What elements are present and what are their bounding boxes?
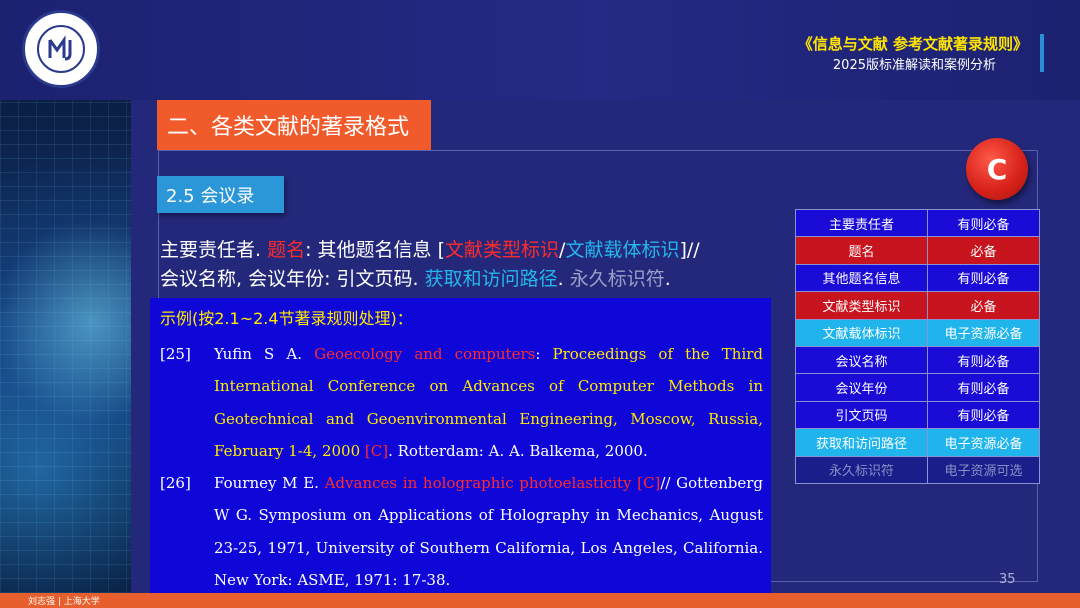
rules-table-row: 会议年份 有则必备 <box>795 373 1040 402</box>
reference-text: Fourney M E. Advances in holographic pho… <box>214 474 764 590</box>
example-heading: 示例(按2.1~2.4节著录规则处理)： <box>160 309 413 328</box>
reference-text: Yufin S A. Geoecology and computers: Pro… <box>214 345 764 460</box>
rules-table-requirement: 必备 <box>927 291 1040 320</box>
footer-text: 刘志强 | 上海大学 <box>28 597 100 607</box>
rules-table-item: 文献载体标识 <box>795 318 928 347</box>
rules-table-item: 引文页码 <box>795 400 928 430</box>
rules-table-row: 获取和访问路径 电子资源必备 <box>795 428 1040 457</box>
rules-table-item: 文献类型标识 <box>795 291 928 320</box>
rules-table: 主要责任者 有则必备 题名 必备 其他题名信息 有则必备 文献类型标识 必备 文献载体标识 电子资… <box>795 208 1040 484</box>
rules-table-item: 主要责任者 <box>795 208 928 238</box>
rules-table-requirement: 有则必备 <box>927 263 1040 293</box>
rules-table-requirement: 有则必备 <box>927 373 1040 402</box>
rules-table-requirement: 必备 <box>927 236 1040 265</box>
decorative-tech-image <box>0 100 131 593</box>
rules-table-item: 题名 <box>795 236 928 265</box>
rules-table-requirement: 有则必备 <box>927 400 1040 430</box>
rules-table-row: 永久标识符 电子资源可选 <box>795 455 1040 484</box>
university-logo <box>22 10 100 88</box>
format-rule-line-1: 主要责任者. 题名: 其他题名信息 [文献类型标识/文献载体标识]// <box>160 239 700 261</box>
reference-number: [26] <box>160 474 191 493</box>
rules-table-requirement: 电子资源必备 <box>927 428 1040 457</box>
footer-strip <box>0 593 1080 608</box>
header-subtitle: 2025版标准解读和案例分析 <box>832 58 996 73</box>
subsection-title: 2.5 会议录 <box>157 176 284 213</box>
logo-emblem-icon <box>37 25 85 73</box>
rules-table-row: 文献载体标识 电子资源必备 <box>795 318 1040 347</box>
example-box: 示例(按2.1~2.4节著录规则处理)： [25] Yufin S A. Geo… <box>150 298 771 595</box>
header-accent-bar <box>1040 34 1044 72</box>
rules-table-item: 其他题名信息 <box>795 263 928 293</box>
reference-entry: [25] Yufin S A. Geoecology and computers… <box>160 338 763 467</box>
rules-table-item: 会议名称 <box>795 345 928 375</box>
rules-table-row: 题名 必备 <box>795 236 1040 265</box>
rules-table-item: 永久标识符 <box>795 455 928 484</box>
format-rule: 主要责任者. 题名: 其他题名信息 [文献类型标识/文献载体标识]// 会议名称… <box>160 236 775 294</box>
header-title: 《信息与文献 参考文献著录规则》 <box>797 35 1028 53</box>
rules-table-requirement: 有则必备 <box>927 345 1040 375</box>
type-badge: C <box>966 138 1028 200</box>
rules-table-requirement: 有则必备 <box>927 208 1040 238</box>
rules-table-row: 主要责任者 有则必备 <box>795 208 1040 238</box>
reference-entry: [26] Fourney M E. Advances in holographi… <box>160 467 763 596</box>
rules-table-row: 文献类型标识 必备 <box>795 291 1040 320</box>
format-rule-line-2: 会议名称, 会议年份: 引文页码. 获取和访问路径. 永久标识符. <box>160 268 671 290</box>
rules-table-row: 其他题名信息 有则必备 <box>795 263 1040 293</box>
rules-table-row: 引文页码 有则必备 <box>795 400 1040 430</box>
section-title: 二、各类文献的著录格式 <box>157 100 431 150</box>
rules-table-item: 会议年份 <box>795 373 928 402</box>
reference-number: [25] <box>160 345 191 363</box>
rules-table-requirement: 电子资源必备 <box>927 318 1040 347</box>
rules-table-item: 获取和访问路径 <box>795 428 928 457</box>
page-number: 35 <box>999 572 1016 587</box>
rules-table-row: 会议名称 有则必备 <box>795 345 1040 375</box>
rules-table-requirement: 电子资源可选 <box>927 455 1040 484</box>
